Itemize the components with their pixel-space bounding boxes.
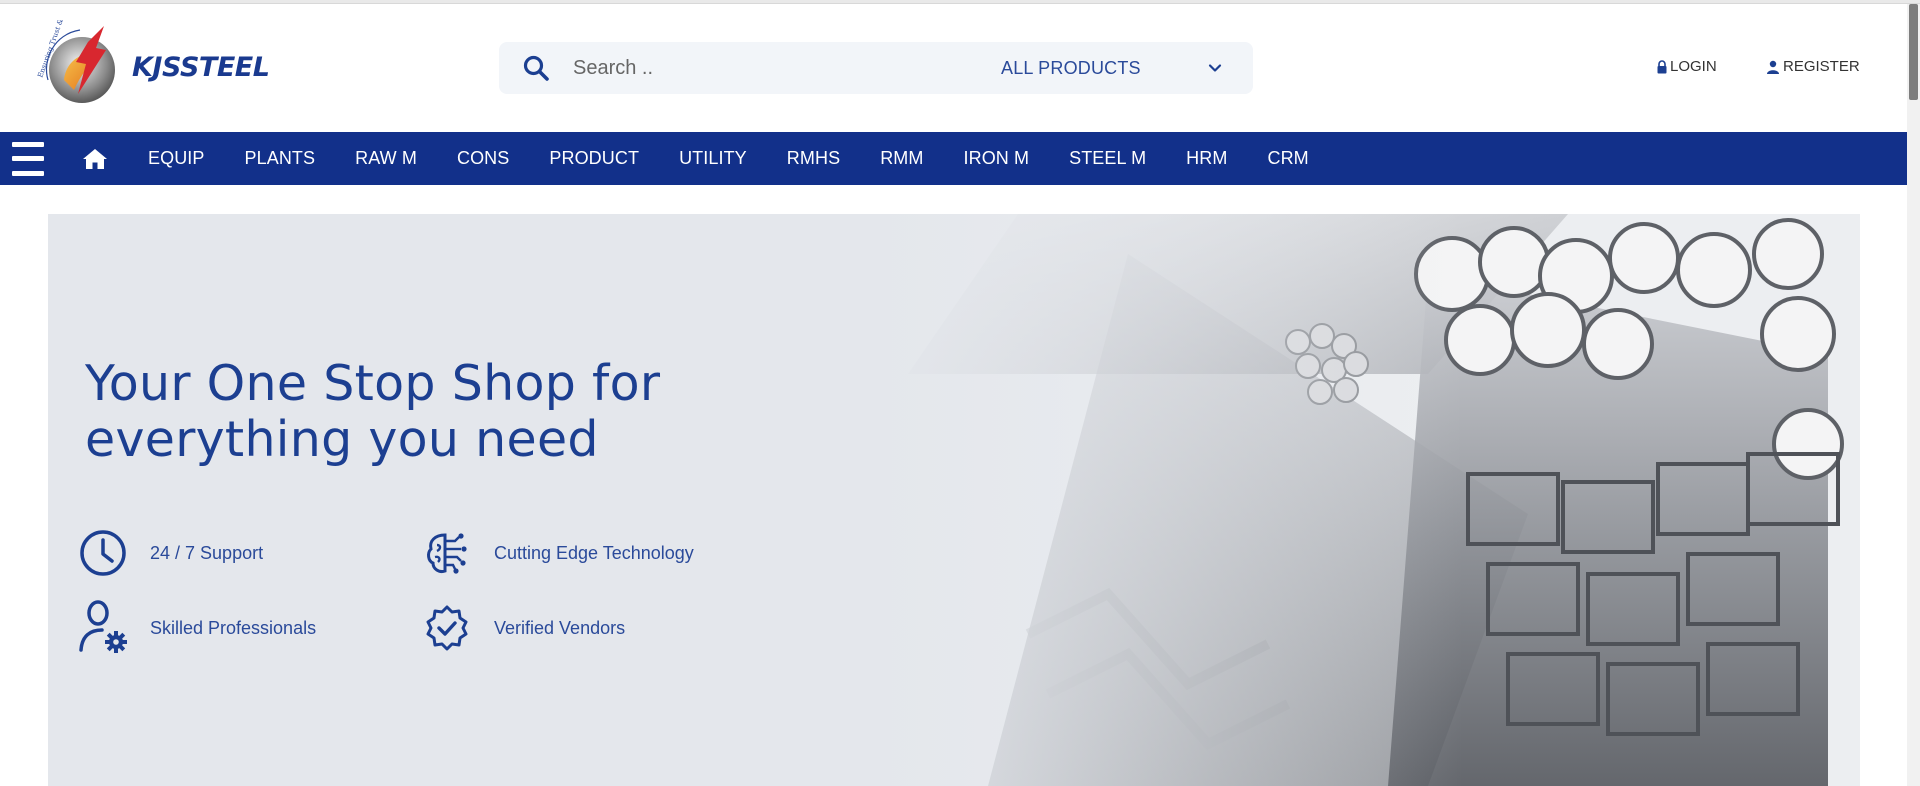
- hero-title-line1: Your One Stop Shop for: [85, 355, 661, 412]
- scrollbar-thumb[interactable]: [1909, 4, 1918, 100]
- chevron-down-icon[interactable]: [1207, 60, 1223, 76]
- nav-item-rmm[interactable]: RMM: [860, 148, 943, 169]
- feature-technology: Cutting Edge Technology: [422, 528, 694, 578]
- nav-item-equip[interactable]: EQUIP: [128, 148, 225, 169]
- feature-label: Skilled Professionals: [150, 617, 317, 638]
- search-input[interactable]: [573, 48, 973, 88]
- clock-icon: [80, 530, 126, 576]
- nav-item-crm[interactable]: CRM: [1247, 148, 1328, 169]
- site-header: Ensuring Trust & Excellence KJSSTEEL ALL…: [0, 4, 1907, 132]
- logo-emblem-icon: Ensuring Trust & Excellence: [36, 20, 115, 103]
- nav-item-plants[interactable]: PLANTS: [225, 148, 336, 169]
- nav-item-steel-m[interactable]: STEEL M: [1049, 148, 1166, 169]
- verified-badge-icon: [426, 605, 468, 651]
- search-icon[interactable]: [523, 55, 549, 81]
- login-label: LOGIN: [1670, 58, 1717, 75]
- feature-support: 24 / 7 Support: [78, 528, 263, 578]
- nav-item-hrm[interactable]: HRM: [1166, 148, 1247, 169]
- feature-vendors: Verified Vendors: [422, 603, 625, 653]
- circuit-brain-icon: [427, 533, 467, 574]
- feature-label: Verified Vendors: [494, 617, 626, 638]
- main-nav: EQUIP PLANTS RAW M CONS PRODUCT UTILITY …: [0, 132, 1907, 185]
- category-select[interactable]: ALL PRODUCTS: [1001, 42, 1141, 94]
- nav-items: EQUIP PLANTS RAW M CONS PRODUCT UTILITY …: [128, 148, 1329, 169]
- user-icon: [1767, 60, 1779, 74]
- search-bar: ALL PRODUCTS: [499, 42, 1253, 94]
- brand-name: KJSSTEEL: [132, 51, 270, 83]
- page-scrollbar[interactable]: [1907, 4, 1920, 786]
- site-logo[interactable]: Ensuring Trust & Excellence KJSSTEEL: [34, 20, 274, 110]
- hamburger-menu-icon[interactable]: [12, 141, 44, 176]
- hero-title: Your One Stop Shop for everything you ne…: [85, 356, 785, 468]
- feature-label: Cutting Edge Technology: [494, 542, 694, 563]
- nav-item-raw-m[interactable]: RAW M: [335, 148, 437, 169]
- feature-label: 24 / 7 Support: [150, 542, 264, 563]
- feature-professionals: Skilled Professionals: [78, 600, 317, 653]
- user-gear-icon: [79, 600, 127, 653]
- home-icon[interactable]: [82, 147, 108, 171]
- register-link[interactable]: REGISTER: [1766, 58, 1860, 75]
- register-label: REGISTER: [1783, 58, 1860, 75]
- nav-item-rmhs[interactable]: RMHS: [767, 148, 860, 169]
- login-link[interactable]: LOGIN: [1657, 58, 1717, 75]
- steel-pipes-image: [868, 214, 1860, 786]
- hero-banner: Your One Stop Shop for everything you ne…: [48, 214, 1860, 786]
- nav-item-iron-m[interactable]: IRON M: [944, 148, 1050, 169]
- nav-item-cons[interactable]: CONS: [437, 148, 529, 169]
- nav-item-product[interactable]: PRODUCT: [529, 148, 659, 169]
- nav-item-utility[interactable]: UTILITY: [659, 148, 767, 169]
- lock-icon: [1657, 59, 1667, 73]
- hero-title-line2: everything you need: [85, 411, 599, 468]
